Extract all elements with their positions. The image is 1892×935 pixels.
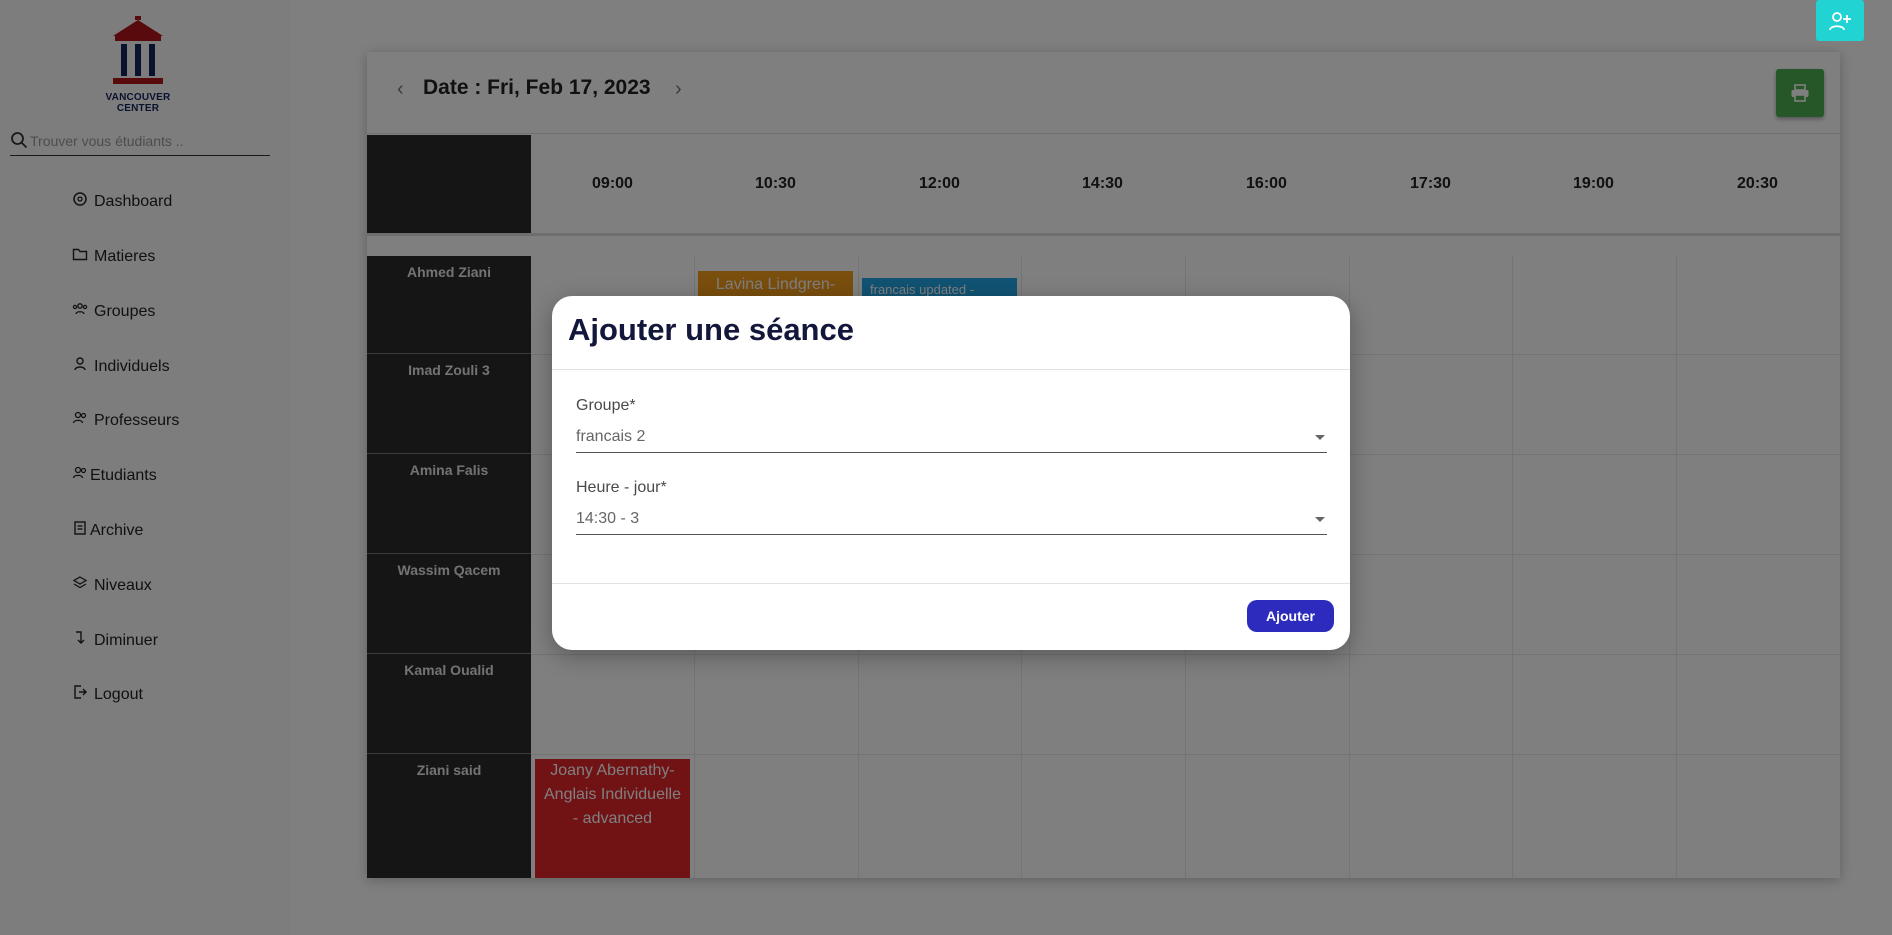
add-session-modal: Ajouter une séance Groupe* francais 2 He… — [552, 296, 1350, 650]
heure-jour-select[interactable]: 14:30 - 3 — [576, 505, 1327, 535]
modal-divider — [552, 369, 1350, 370]
ajouter-button[interactable]: Ajouter — [1247, 600, 1334, 632]
add-user-button[interactable] — [1816, 0, 1864, 41]
add-user-icon — [1829, 11, 1851, 30]
heure-jour-select-value: 14:30 - 3 — [576, 510, 640, 527]
heure-jour-label: Heure - jour* — [576, 479, 667, 496]
chevron-down-icon — [1315, 517, 1325, 522]
chevron-down-icon — [1315, 435, 1325, 440]
modal-title: Ajouter une séance — [568, 312, 854, 347]
modal-divider — [552, 583, 1350, 584]
app-root: VANCOUVER CENTER Dashboard Matieres Grou… — [0, 0, 1892, 935]
groupe-select-value: francais 2 — [576, 428, 646, 445]
groupe-select[interactable]: francais 2 — [576, 423, 1327, 453]
groupe-label: Groupe* — [576, 397, 636, 414]
